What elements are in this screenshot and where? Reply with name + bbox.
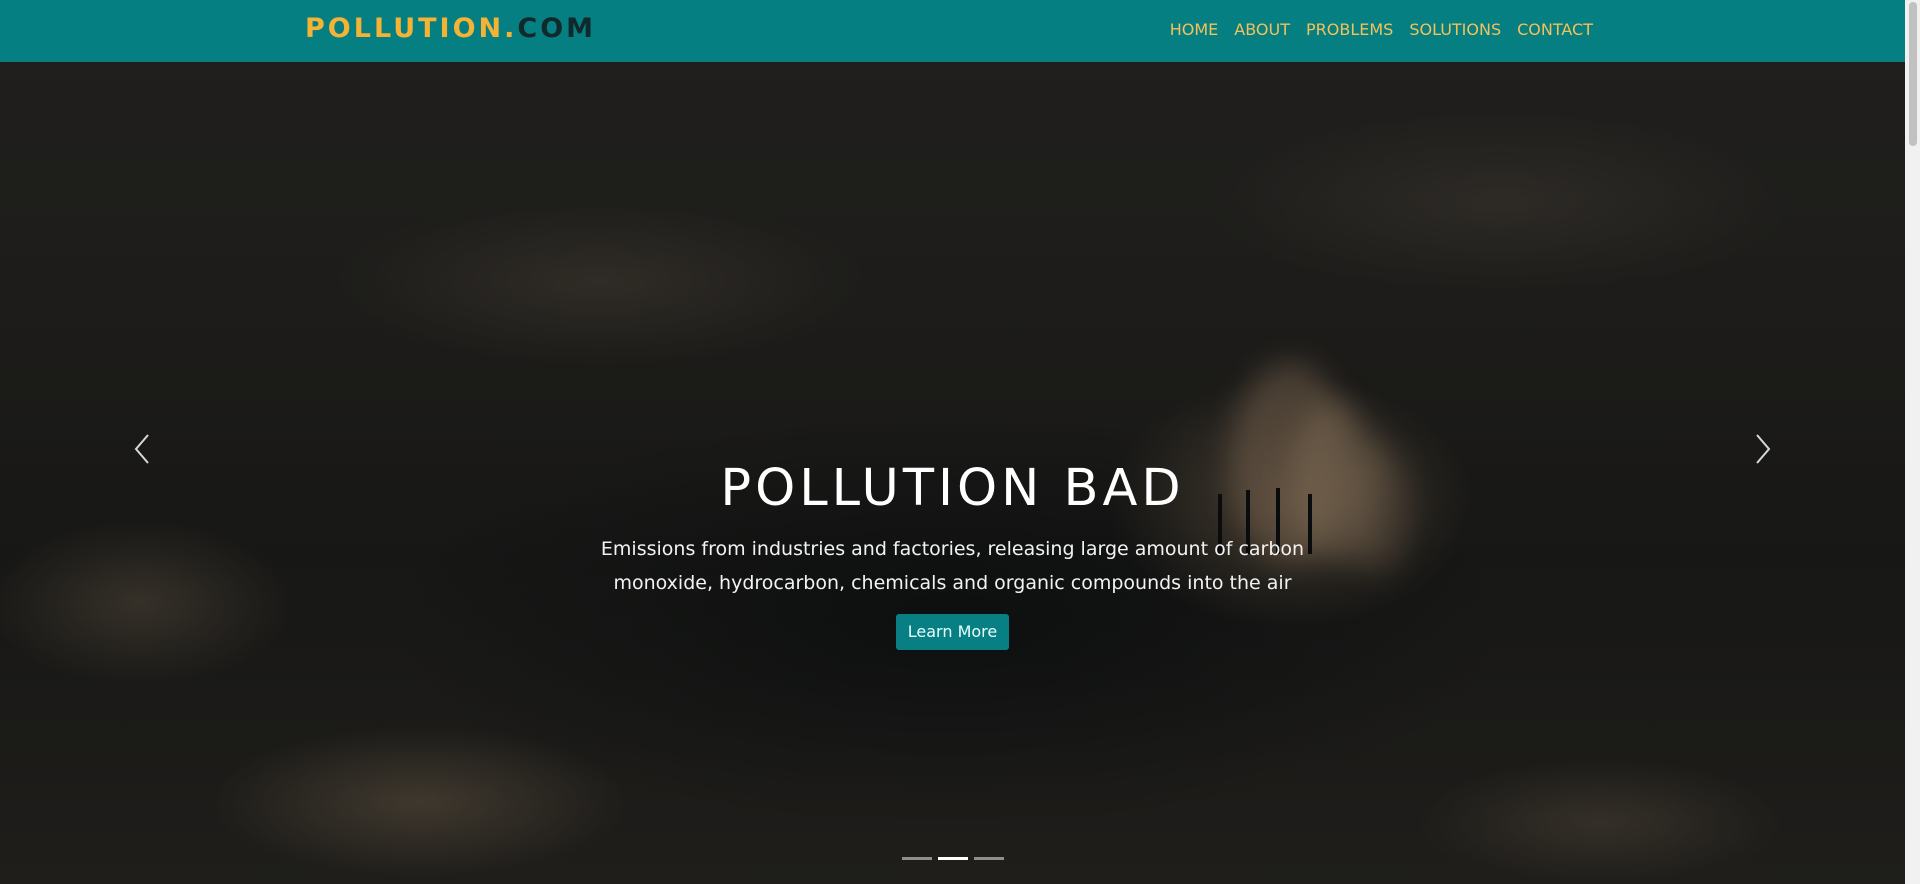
page-scrollbar[interactable] [1905, 0, 1920, 884]
brand-logo[interactable]: POLLUTION.COM [305, 13, 596, 45]
carousel-indicator-2[interactable] [937, 857, 968, 860]
hero-description: Emissions from industries and factories,… [600, 538, 1305, 594]
scrollbar-thumb[interactable] [1909, 2, 1917, 146]
brand-tld: COM [517, 13, 597, 44]
brand-dot: . [504, 13, 518, 44]
carousel-indicator-1[interactable] [901, 857, 932, 860]
nav-about[interactable]: ABOUT [1234, 20, 1290, 40]
carousel-indicator-3[interactable] [973, 857, 1004, 860]
learn-more-button[interactable]: Learn More [895, 614, 1010, 650]
hero-carousel: POLLUTION BAD Emissions from industries … [0, 62, 1905, 884]
page: POLLUTION.COM HOME ABOUT PROBLEMS SOLUTI… [0, 0, 1920, 884]
hero-title: POLLUTION BAD [720, 459, 1185, 518]
nav-contact[interactable]: CONTACT [1517, 20, 1593, 40]
nav-menu: HOME ABOUT PROBLEMS SOLUTIONS CONTACT [1170, 20, 1593, 40]
nav-solutions[interactable]: SOLUTIONS [1409, 20, 1501, 40]
nav-home[interactable]: HOME [1170, 20, 1219, 40]
nav-problems[interactable]: PROBLEMS [1306, 20, 1393, 40]
navbar: POLLUTION.COM HOME ABOUT PROBLEMS SOLUTI… [0, 0, 1905, 62]
carousel-caption: POLLUTION BAD Emissions from industries … [0, 458, 1905, 650]
brand-name: POLLUTION [305, 13, 505, 44]
carousel-indicators [0, 857, 1905, 860]
